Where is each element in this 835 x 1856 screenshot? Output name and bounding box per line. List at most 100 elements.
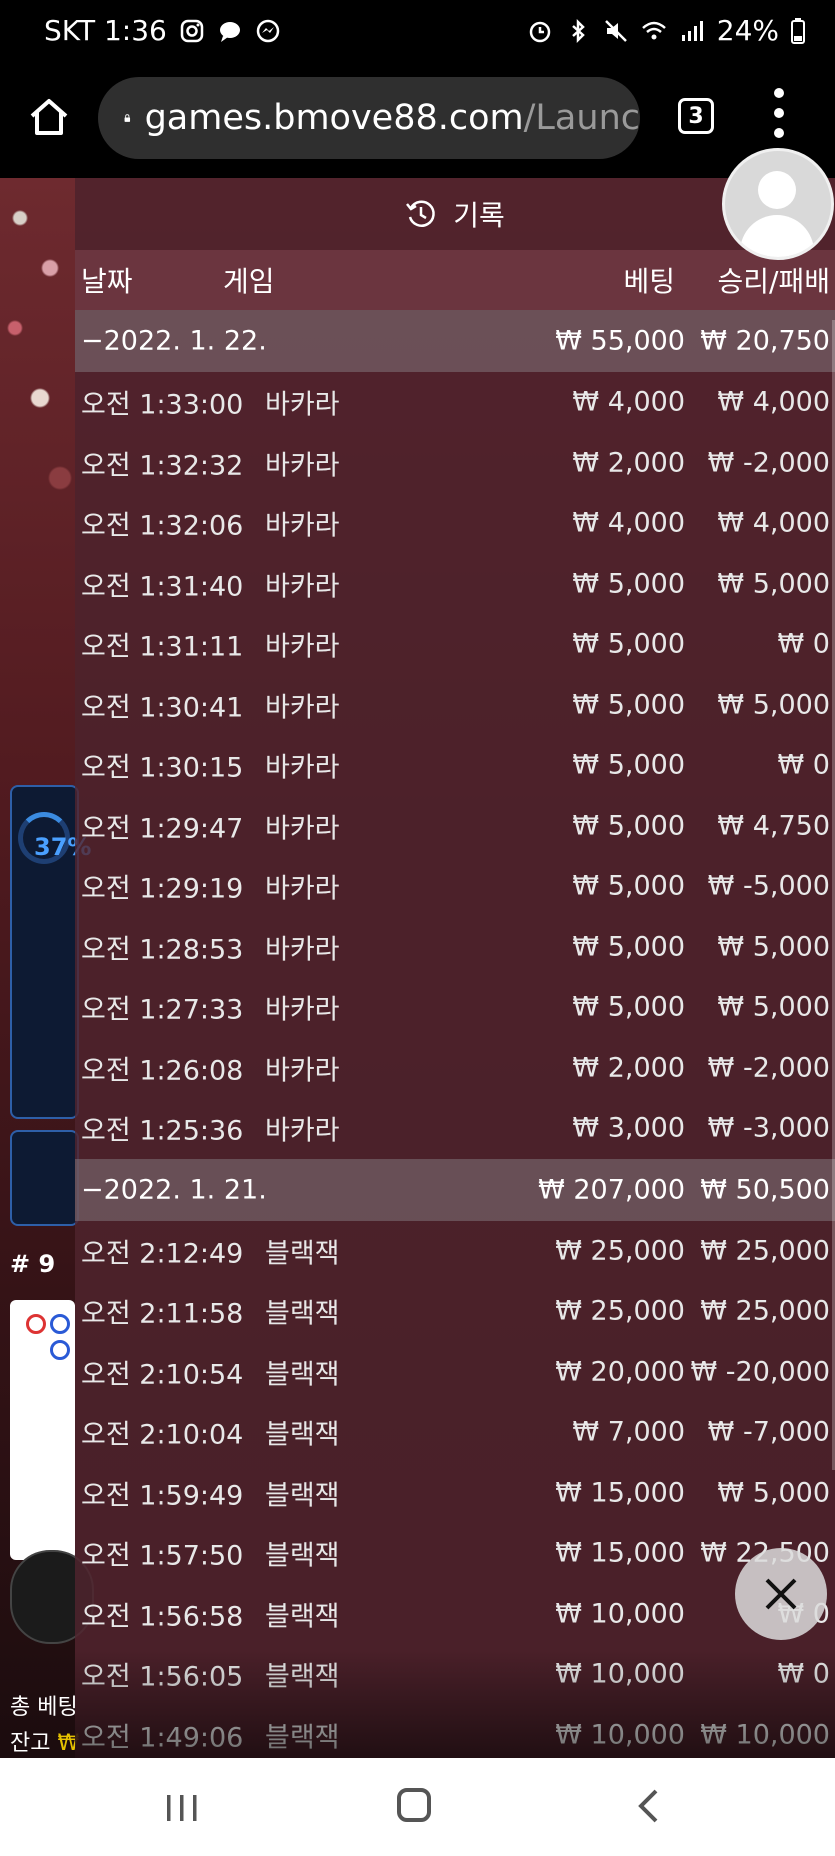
row-bet: ₩ 5,000 bbox=[572, 568, 685, 600]
history-row[interactable]: 오전 1:56:58블랙잭₩ 10,000₩ 0 bbox=[75, 1584, 835, 1645]
day-date: −2022. 1. 21. bbox=[81, 1174, 267, 1205]
row-bet: ₩ 3,000 bbox=[572, 1112, 685, 1144]
url-path: /Launc bbox=[523, 98, 640, 138]
status-bar: SKT 1:36 24% bbox=[0, 0, 835, 62]
history-row[interactable]: 오전 1:49:06 블랙잭 ₩ 10,000 ₩ 10,000 bbox=[75, 1705, 835, 1759]
day-bet-total: ₩ 55,000 bbox=[555, 325, 685, 357]
row-result: ₩ -2,000 bbox=[707, 1052, 830, 1084]
more-menu-icon[interactable] bbox=[773, 88, 785, 148]
signal-icon bbox=[681, 20, 703, 41]
row-game: 블랙잭 bbox=[265, 1540, 340, 1572]
row-time: 오전 2:10:54 bbox=[81, 1359, 244, 1391]
instagram-icon bbox=[180, 19, 204, 42]
row-result: ₩ 5,000 bbox=[717, 1477, 830, 1509]
history-row[interactable]: 오전 1:28:53 바카라 ₩ 5,000 ₩ 5,000 bbox=[75, 917, 835, 978]
history-row[interactable]: 오전 1:29:19 바카라 ₩ 5,000 ₩ -5,000 bbox=[75, 856, 835, 917]
row-result: ₩ 4,750 bbox=[717, 810, 830, 842]
bluetooth-icon bbox=[571, 18, 585, 43]
row-time: 오전 1:56:58 bbox=[81, 1601, 244, 1633]
row-time: 오전 1:31:11 bbox=[81, 631, 244, 663]
row-result: ₩ 10,000 bbox=[700, 1719, 830, 1751]
row-time: 오전 1:59:49 bbox=[81, 1480, 244, 1512]
row-result: ₩ -2,000 bbox=[707, 447, 830, 479]
day-result-total: ₩ 20,750 bbox=[700, 325, 830, 357]
tab-switcher-button[interactable]: 3 bbox=[678, 98, 714, 134]
row-result: ₩ 0 bbox=[777, 628, 830, 660]
row-game: 바카라 bbox=[265, 994, 340, 1026]
row-result: ₩ 5,000 bbox=[717, 931, 830, 963]
history-panel: 기록 날짜 게임 베팅 승리/패배 −2022. 1. 22. ₩ 55,000 ₩… bbox=[75, 178, 835, 1758]
history-row[interactable]: 오전 2:10:04 블랙잭 ₩ 7,000 ₩ -7,000 bbox=[75, 1402, 835, 1463]
history-row[interactable]: 오전 1:56:05 블랙잭 ₩ 10,000 ₩ 0 bbox=[75, 1644, 835, 1705]
close-button[interactable] bbox=[735, 1548, 827, 1640]
history-row[interactable]: 오전 1:27:33 바카라 ₩ 5,000 ₩ 5,000 bbox=[75, 977, 835, 1038]
day-summary-row[interactable]: −2022. 1. 21. ₩ 207,000 ₩ 50,500 bbox=[75, 1158, 835, 1221]
battery-icon bbox=[791, 17, 805, 44]
history-row[interactable]: 오전 1:29:47 바카라 ₩ 5,000 ₩ 4,750 bbox=[75, 796, 835, 857]
row-game: 바카라 bbox=[265, 873, 340, 905]
row-bet: ₩ 5,000 bbox=[572, 749, 685, 781]
history-row[interactable]: 오전 1:25:36 바카라 ₩ 3,000 ₩ -3,000 bbox=[75, 1098, 835, 1159]
col-game: 게임 bbox=[223, 265, 275, 298]
history-row[interactable]: 오전 1:33:00 바카라 ₩ 4,000 ₩ 4,000 bbox=[75, 372, 835, 433]
back-icon[interactable] bbox=[636, 1788, 660, 1824]
history-header-row: 날짜 게임 베팅 승리/패배 bbox=[75, 250, 835, 310]
row-game: 바카라 bbox=[265, 1055, 340, 1087]
row-game: 바카라 bbox=[265, 631, 340, 663]
history-row[interactable]: 오전 1:31:11 바카라 ₩ 5,000 ₩ 0 bbox=[75, 614, 835, 675]
alarm-icon bbox=[529, 21, 551, 42]
status-left: SKT 1:36 bbox=[44, 14, 281, 47]
row-result: ₩ 25,000 bbox=[700, 1235, 830, 1267]
history-row[interactable]: 오전 2:12:49 블랙잭 ₩ 25,000 ₩ 25,000 bbox=[75, 1221, 835, 1282]
recent-apps-icon[interactable] bbox=[165, 1793, 199, 1823]
profile-avatar[interactable] bbox=[722, 148, 834, 260]
row-bet: ₩ 5,000 bbox=[572, 870, 685, 902]
row-game: 바카라 bbox=[265, 1115, 340, 1147]
table-number: # 9 bbox=[10, 1250, 56, 1278]
history-row[interactable]: 오전 1:32:06 바카라 ₩ 4,000 ₩ 4,000 bbox=[75, 493, 835, 554]
row-time: 오전 1:33:00 bbox=[81, 389, 244, 421]
row-time: 오전 2:11:58 bbox=[81, 1298, 244, 1330]
lock-icon bbox=[124, 114, 131, 122]
row-bet: ₩ 5,000 bbox=[572, 628, 685, 660]
row-time: 오전 1:25:36 bbox=[81, 1115, 244, 1147]
row-bet: ₩ 25,000 bbox=[555, 1295, 685, 1327]
status-right: 24% bbox=[527, 14, 805, 47]
history-row[interactable]: 오전 1:30:41 바카라 ₩ 5,000 ₩ 5,000 bbox=[75, 675, 835, 736]
col-date: 날짜 bbox=[81, 265, 133, 298]
history-row[interactable]: 오전 1:31:40 바카라 ₩ 5,000 ₩ 5,000 bbox=[75, 554, 835, 615]
history-row[interactable]: 오전 1:26:08 바카라 ₩ 2,000 ₩ -2,000 bbox=[75, 1038, 835, 1099]
battery-percent: 24% bbox=[716, 14, 779, 47]
history-row[interactable]: 오전 2:11:58 블랙잭 ₩ 25,000 ₩ 25,000 bbox=[75, 1281, 835, 1342]
home-icon[interactable] bbox=[28, 96, 70, 138]
row-game: 블랙잭 bbox=[265, 1359, 340, 1391]
row-game: 블랙잭 bbox=[265, 1661, 340, 1693]
row-game: 바카라 bbox=[265, 450, 340, 482]
row-game: 블랙잭 bbox=[265, 1601, 340, 1633]
history-row[interactable]: 오전 1:30:15 바카라 ₩ 5,000 ₩ 0 bbox=[75, 735, 835, 796]
day-summary-row[interactable]: −2022. 1. 22. ₩ 55,000 ₩ 20,750 bbox=[75, 310, 835, 372]
row-time: 오전 1:29:47 bbox=[81, 813, 244, 845]
row-result: ₩ -3,000 bbox=[707, 1112, 830, 1144]
day-result-total: ₩ 50,500 bbox=[700, 1174, 830, 1205]
row-result: ₩ 5,000 bbox=[717, 689, 830, 721]
row-game: 바카라 bbox=[265, 813, 340, 845]
row-time: 오전 1:32:32 bbox=[81, 450, 244, 482]
history-row[interactable]: 오전 2:10:54 블랙잭 ₩ 20,000 ₩ -20,000 bbox=[75, 1342, 835, 1403]
nav-home-icon[interactable] bbox=[397, 1788, 431, 1822]
history-row[interactable]: 오전 1:32:32 바카라 ₩ 2,000 ₩ -2,000 bbox=[75, 433, 835, 494]
row-game: 블랙잭 bbox=[265, 1419, 340, 1451]
history-row[interactable]: 오전 1:57:50블랙잭₩ 15,000₩ 22,500 bbox=[75, 1523, 835, 1584]
history-title: 기록 bbox=[453, 199, 505, 232]
row-game: 바카라 bbox=[265, 510, 340, 542]
row-time: 오전 1:56:05 bbox=[81, 1661, 244, 1693]
row-game: 블랙잭 bbox=[265, 1238, 340, 1270]
address-bar[interactable]: games.bmove88.com/Launc bbox=[98, 77, 640, 159]
plum-blossom-decoration bbox=[0, 178, 75, 598]
row-time: 오전 1:30:41 bbox=[81, 692, 244, 724]
android-nav-bar bbox=[0, 1758, 835, 1856]
row-bet: ₩ 5,000 bbox=[572, 689, 685, 721]
history-row[interactable]: 오전 1:59:49 블랙잭 ₩ 15,000 ₩ 5,000 bbox=[75, 1463, 835, 1524]
row-bet: ₩ 2,000 bbox=[572, 1052, 685, 1084]
row-bet: ₩ 4,000 bbox=[572, 386, 685, 418]
